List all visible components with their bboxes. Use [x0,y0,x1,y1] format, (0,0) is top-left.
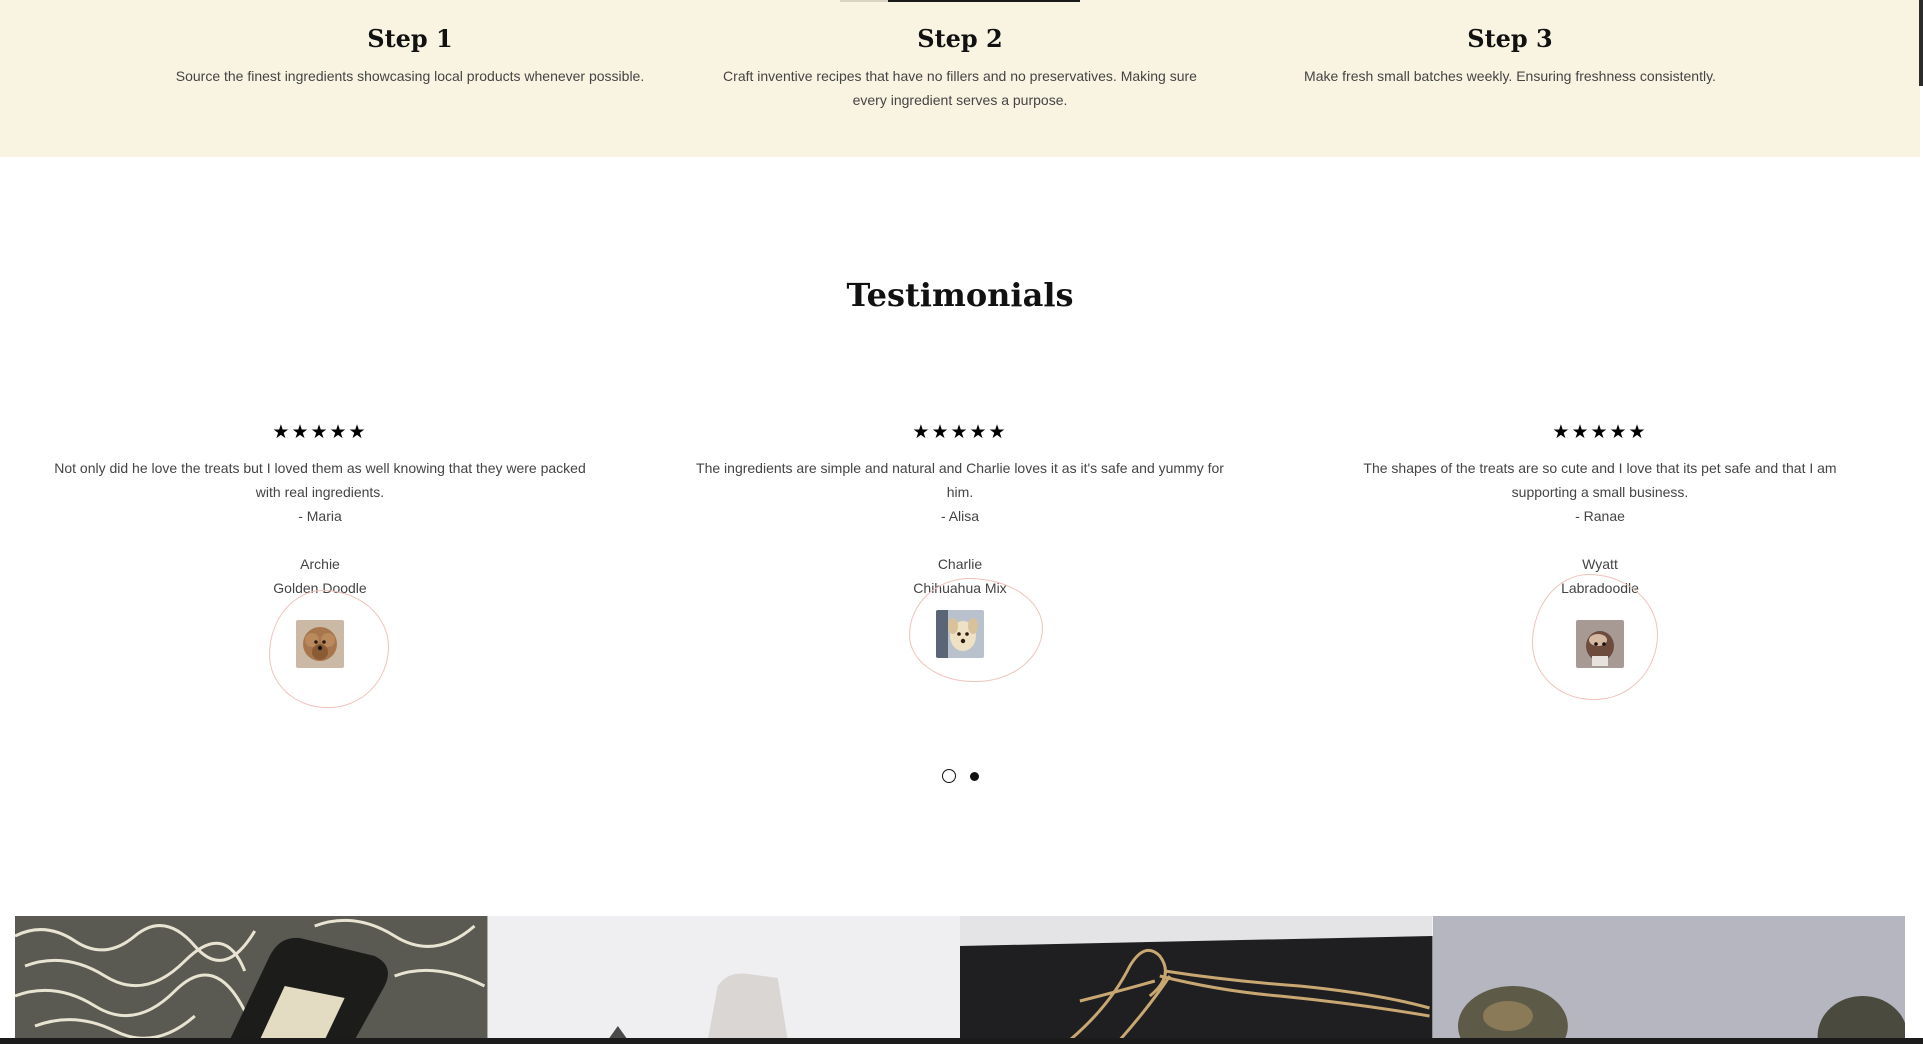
gallery-image-dog-treats[interactable] [1432,916,1905,1040]
pet-photo-wyatt [1576,620,1624,668]
pet-photo-charlie [936,610,984,658]
pet-breed: Chihuahua Mix [913,580,1007,596]
pet-name: Archie [300,556,340,572]
step-description: Make fresh small batches weekly. Ensurin… [1304,68,1716,84]
pet-name: Charlie [937,556,983,572]
testimonial-author: - Maria [298,508,342,524]
process-steps-section: Step 1 Source the finest ingredients sho… [0,0,1920,157]
testimonial-card-alisa: ★★★★★ The ingredients are simple and nat… [690,420,1230,682]
pet-photo-archie [296,620,344,668]
step-description: Source the finest ingredients showcasing… [175,68,645,84]
testimonial-quote: Not only did he love the treats but I lo… [54,460,586,500]
testimonial-card-maria: ★★★★★ Not only did he love the treats bu… [50,420,590,708]
step-description: Craft inventive recipes that have no fil… [723,68,1197,108]
carousel-dot-2-active[interactable] [969,772,979,781]
step-title: Step 2 [917,24,1003,53]
tab-indicator-active [888,0,1080,2]
step-1: Step 1 Source the finest ingredients sho… [130,22,690,88]
step-title: Step 3 [1467,24,1553,53]
scrollbar-thumb[interactable] [1919,0,1923,86]
testimonial-card-ranae: ★★★★★ The shapes of the treats are so cu… [1330,420,1870,700]
star-rating: ★★★★★ [912,422,1008,443]
testimonial-quote: The shapes of the treats are so cute and… [1363,460,1837,500]
carousel-pagination [0,769,1920,788]
step-3: Step 3 Make fresh small batches weekly. … [1230,22,1790,88]
star-rating: ★★★★★ [1552,422,1648,443]
gallery-image-gift-box[interactable] [960,916,1433,1040]
star-rating: ★★★★★ [272,422,368,443]
bottom-edge-bar [0,1038,1923,1044]
testimonial-author: - Alisa [940,508,980,524]
pet-breed: Golden Doodle [273,580,367,596]
pet-name: Wyatt [1582,556,1618,572]
carousel-dot-1[interactable] [941,769,956,783]
step-title: Step 1 [367,24,453,53]
testimonial-quote: The ingredients are simple and natural a… [696,460,1224,500]
testimonials-heading: Testimonials [846,276,1074,314]
gallery-image-treat-tin[interactable] [15,916,488,1040]
pet-breed: Labradoodle [1561,580,1639,596]
testimonial-author: - Ranae [1575,508,1625,524]
step-2: Step 2 Craft inventive recipes that have… [680,22,1240,112]
image-gallery-row [15,916,1905,1040]
gallery-image-treat-jar[interactable] [487,916,960,1040]
